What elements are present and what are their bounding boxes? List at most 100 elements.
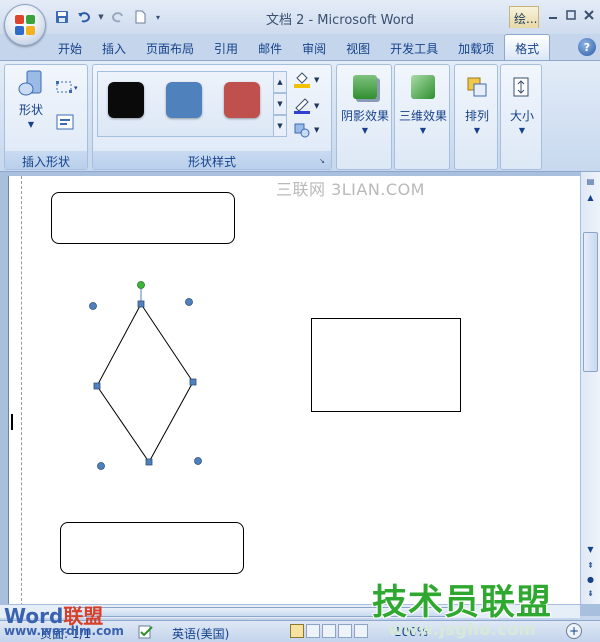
view-buttons	[290, 624, 368, 638]
rounded-rectangle-shape-top[interactable]	[51, 192, 235, 244]
arrange-button[interactable]: 排列 ▼	[457, 71, 497, 135]
gallery-down-icon[interactable]: ▼	[273, 93, 287, 115]
tab-add-ins[interactable]: 加载项	[448, 34, 504, 60]
tab-review[interactable]: 审阅	[292, 34, 336, 60]
window-title: 文档 2 - Microsoft Word	[265, 13, 415, 28]
shape-styles-gallery	[97, 71, 283, 137]
chevron-down-icon: ▼	[518, 126, 526, 135]
3d-cube-icon	[411, 75, 435, 99]
group-size: 大小 ▼	[500, 64, 542, 170]
chevron-down-icon[interactable]: ▼	[98, 9, 104, 25]
tab-format[interactable]: 格式	[504, 34, 551, 60]
vertex-handle[interactable]	[145, 458, 153, 466]
selection-handle[interactable]	[194, 457, 202, 465]
help-icon[interactable]: ?	[578, 38, 596, 56]
office-button[interactable]	[4, 4, 46, 46]
undo-icon[interactable]	[76, 9, 92, 25]
group-shape-styles: ▲ ▼ ▼ ▼ ▼ ▼ 形状样式 ↘	[92, 64, 332, 170]
customize-toolbar-icon[interactable]: ▾	[154, 9, 162, 25]
vertical-scrollbar[interactable]: ▤ ▲ ▼ ⇞ ● ⇟	[580, 172, 600, 604]
shape-outline-button[interactable]: ▼	[293, 97, 329, 115]
rectangle-shape[interactable]	[311, 318, 461, 412]
size-label: 大小	[509, 109, 534, 123]
style-swatch-blue[interactable]	[166, 82, 202, 118]
tab-view[interactable]: 视图	[336, 34, 380, 60]
change-shape-button[interactable]: ▼	[293, 121, 329, 139]
shapes-icon	[17, 69, 45, 97]
minimize-icon[interactable]	[544, 6, 562, 24]
tab-references[interactable]: 引用	[204, 34, 248, 60]
title-bar: ▼ ▾ 文档 2 - Microsoft Word 绘...	[0, 0, 600, 34]
ribbon-tabs: 开始 插入 页面布局 引用 邮件 审阅 视图 开发工具 加载项 格式	[48, 34, 551, 60]
zoom-in-icon[interactable]: +	[566, 623, 582, 639]
chevron-down-icon: ▼	[314, 102, 320, 110]
draft-view-icon[interactable]	[354, 624, 368, 638]
save-icon[interactable]	[54, 9, 70, 25]
tab-developer[interactable]: 开发工具	[380, 34, 448, 60]
vertex-handle[interactable]	[93, 382, 101, 390]
next-page-icon[interactable]: ⇟	[583, 586, 598, 600]
shadow-effects-button[interactable]: 阴影效果 ▼	[339, 71, 391, 135]
group-arrange: 排列 ▼	[454, 64, 498, 170]
tab-mailings[interactable]: 邮件	[248, 34, 292, 60]
vertex-handle[interactable]	[137, 300, 145, 308]
selection-handle[interactable]	[185, 298, 193, 306]
watermark-url: www.jsgho.com	[388, 620, 536, 639]
web-layout-icon[interactable]	[322, 624, 336, 638]
margin-guide	[21, 176, 22, 616]
watermark-sanlian: 三联网 3LIAN.COM	[276, 180, 425, 199]
new-document-icon[interactable]	[132, 9, 148, 25]
gallery-more-icon[interactable]: ▼	[273, 115, 287, 137]
text-box-icon[interactable]	[55, 113, 75, 131]
browse-object-icon[interactable]: ●	[583, 572, 598, 586]
ruler-toggle-icon[interactable]: ▤	[583, 174, 598, 188]
scroll-thumb[interactable]	[583, 232, 598, 372]
group-3d-effects: 三维效果 ▼	[394, 64, 450, 170]
outline-view-icon[interactable]	[338, 624, 352, 638]
arrange-icon	[465, 75, 489, 99]
proofing-check-icon[interactable]	[138, 625, 154, 639]
watermark-jishuyuan: 技术员联盟	[372, 583, 553, 623]
rotation-handle[interactable]	[137, 281, 145, 289]
full-screen-reading-icon[interactable]	[306, 624, 320, 638]
scroll-up-icon[interactable]: ▲	[583, 190, 598, 204]
print-layout-view-icon[interactable]	[290, 624, 304, 638]
group-insert-shapes: 形状 ▼ ▾ 插入形状	[4, 64, 88, 170]
chevron-down-icon: ▼	[361, 126, 369, 135]
group-shape-styles-label: 形状样式	[93, 151, 331, 169]
chevron-down-icon: ▼	[314, 76, 320, 84]
selection-handle[interactable]	[97, 462, 105, 470]
close-icon[interactable]	[580, 6, 598, 24]
tab-home[interactable]: 开始	[48, 34, 92, 60]
shape-fill-button[interactable]: ▼	[293, 71, 329, 89]
rounded-rectangle-shape-bottom[interactable]	[60, 522, 244, 574]
redo-icon[interactable]	[110, 9, 126, 25]
style-swatch-red[interactable]	[224, 82, 260, 118]
vertex-handle[interactable]	[189, 378, 197, 386]
3d-effects-button[interactable]: 三维效果 ▼	[397, 71, 449, 135]
text-cursor	[11, 414, 13, 430]
gallery-up-icon[interactable]: ▲	[273, 71, 287, 93]
change-shape-icon	[294, 123, 310, 138]
edit-points-icon[interactable]: ▾	[55, 79, 81, 95]
style-swatch-black[interactable]	[108, 82, 144, 118]
drawing-tools-context-tab[interactable]: 绘...	[509, 6, 539, 28]
size-button[interactable]: 大小 ▼	[503, 71, 541, 135]
ribbon: 形状 ▼ ▾ 插入形状 ▲ ▼ ▼ ▼ ▼ ▼ 形状样式 ↘ 阴影效果 ▼ 三维…	[0, 60, 600, 172]
office-logo-icon	[15, 15, 35, 35]
document-page[interactable]	[8, 176, 580, 616]
tab-insert[interactable]: 插入	[92, 34, 136, 60]
diamond-shape[interactable]	[79, 280, 209, 476]
tab-page-layout[interactable]: 页面布局	[136, 34, 204, 60]
group-shadow-effects: 阴影效果 ▼	[336, 64, 392, 170]
chevron-down-icon: ▼	[419, 126, 427, 135]
dialog-launcher-icon[interactable]: ↘	[319, 157, 328, 166]
shapes-button[interactable]: 形状 ▼	[11, 69, 51, 129]
scroll-down-icon[interactable]: ▼	[583, 542, 598, 556]
language-indicator[interactable]: 英语(美国)	[172, 625, 229, 642]
gallery-scroll: ▲ ▼ ▼	[273, 71, 287, 137]
selection-handle[interactable]	[89, 302, 97, 310]
restore-icon[interactable]	[562, 6, 580, 24]
arrange-label: 排列	[464, 109, 489, 123]
previous-page-icon[interactable]: ⇞	[583, 558, 598, 572]
